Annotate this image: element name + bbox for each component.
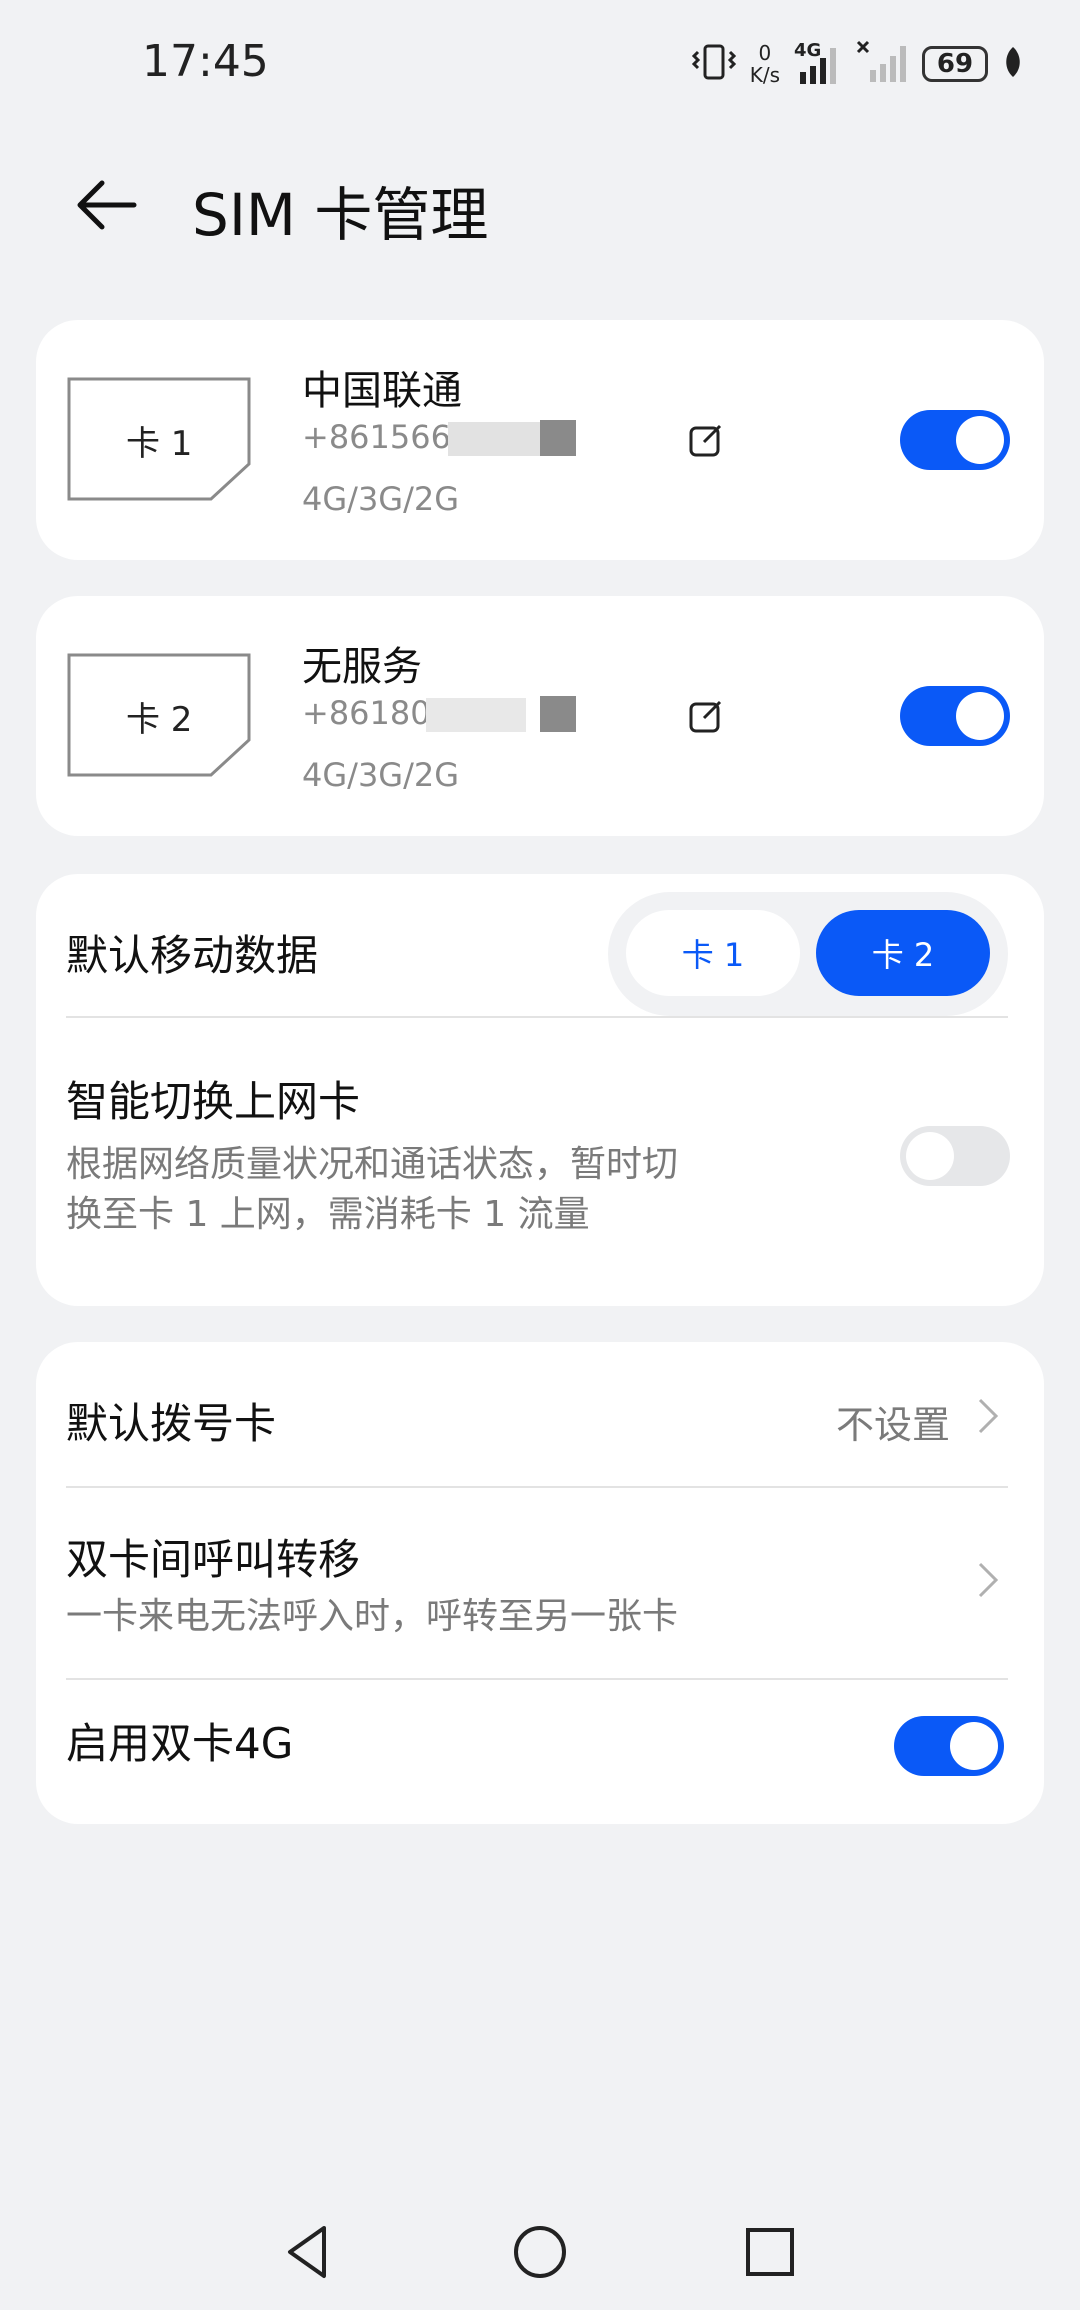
redaction-mask (426, 698, 526, 732)
back-arrow-icon[interactable] (72, 170, 142, 240)
call-forward-desc: 一卡来电无法呼入时，呼转至另一张卡 (66, 1596, 679, 1637)
toggle-knob (906, 1132, 954, 1180)
sim-card-2: 卡 2 无服务 +861809 4G/3G/2G (36, 596, 1044, 836)
divider (66, 1678, 1008, 1680)
default-data-option-sim2[interactable]: 卡 2 (816, 910, 990, 996)
toggle-knob (956, 416, 1004, 464)
nav-back-icon[interactable] (276, 2220, 340, 2284)
status-icons: 0 K/s 4G 69 (691, 36, 1024, 92)
net-speed-unit: K/s (749, 63, 780, 87)
edit-icon[interactable] (688, 698, 724, 734)
smart-switch-toggle[interactable] (900, 1126, 1010, 1186)
toggle-knob (950, 1722, 998, 1770)
sim-1-toggle[interactable] (900, 410, 1010, 470)
redaction-mask (448, 422, 548, 456)
call-settings-card: 默认拨号卡 不设置 双卡间呼叫转移 一卡来电无法呼入时，呼转至另一张卡 启用双卡… (36, 1342, 1044, 1824)
signal-4g-icon: 4G (794, 40, 842, 86)
sim-slot-label: 卡 2 (126, 700, 193, 740)
edit-icon[interactable] (688, 422, 724, 458)
page-title: SIM 卡管理 (192, 181, 489, 249)
smart-switch-desc-line2: 换至卡 1 上网，需消耗卡 1 流量 (66, 1194, 590, 1235)
sim-2-toggle[interactable] (900, 686, 1010, 746)
smart-switch-desc-line1: 根据网络质量状况和通话状态，暂时切 (66, 1144, 679, 1185)
sim-network-types: 4G/3G/2G (302, 480, 460, 518)
data-settings-card: 默认移动数据 卡 1 卡 2 智能切换上网卡 根据网络质量状况和通话状态，暂时切… (36, 874, 1044, 1306)
sim-card-icon: 卡 2 (66, 652, 252, 778)
redaction-mask (540, 420, 576, 456)
sim-slot-label: 卡 1 (126, 424, 193, 464)
status-time: 17:45 (142, 36, 269, 87)
vibrate-icon (691, 42, 736, 86)
toggle-knob (956, 692, 1004, 740)
call-forward-row[interactable]: 双卡间呼叫转移 一卡来电无法呼入时，呼转至另一张卡 (36, 1488, 1044, 1678)
redaction-mask (540, 696, 576, 732)
net-speed-value: 0 (758, 41, 772, 65)
leaf-icon (1002, 45, 1024, 83)
sim-phone-number: +8615666 (302, 418, 472, 456)
signal-no-service-icon (856, 40, 908, 88)
sim-carrier: 中国联通 (302, 368, 462, 414)
nav-home-icon[interactable] (508, 2220, 572, 2284)
net-speed: 0 K/s (750, 42, 780, 86)
dual-4g-toggle[interactable] (894, 1716, 1004, 1776)
nav-recents-icon[interactable] (738, 2220, 802, 2284)
navigation-bar (0, 2190, 1080, 2310)
default-dial-row[interactable]: 默认拨号卡 不设置 (36, 1342, 1044, 1486)
battery-icon: 69 (922, 46, 988, 82)
sim-network-types: 4G/3G/2G (302, 756, 460, 794)
sim-card-1: 卡 1 中国联通 +8615666 4G/3G/2G (36, 320, 1044, 560)
sim-carrier: 无服务 (302, 644, 422, 690)
divider (66, 1016, 1008, 1018)
status-bar: 17:45 0 K/s 4G 69 (0, 0, 1080, 130)
chevron-right-icon (976, 1560, 1000, 1600)
default-data-selector: 卡 1 卡 2 (608, 892, 1008, 1016)
default-dial-label: 默认拨号卡 (66, 1399, 277, 1448)
default-dial-value: 不设置 (836, 1403, 951, 1447)
smart-switch-title: 智能切换上网卡 (66, 1077, 361, 1126)
dual-4g-label: 启用双卡4G (66, 1719, 294, 1768)
call-forward-title: 双卡间呼叫转移 (66, 1535, 361, 1584)
sim-card-icon: 卡 1 (66, 376, 252, 502)
chevron-right-icon (976, 1396, 1000, 1436)
app-bar: SIM 卡管理 (0, 150, 1080, 260)
default-data-label: 默认移动数据 (66, 931, 319, 980)
default-data-option-sim1[interactable]: 卡 1 (626, 910, 800, 996)
